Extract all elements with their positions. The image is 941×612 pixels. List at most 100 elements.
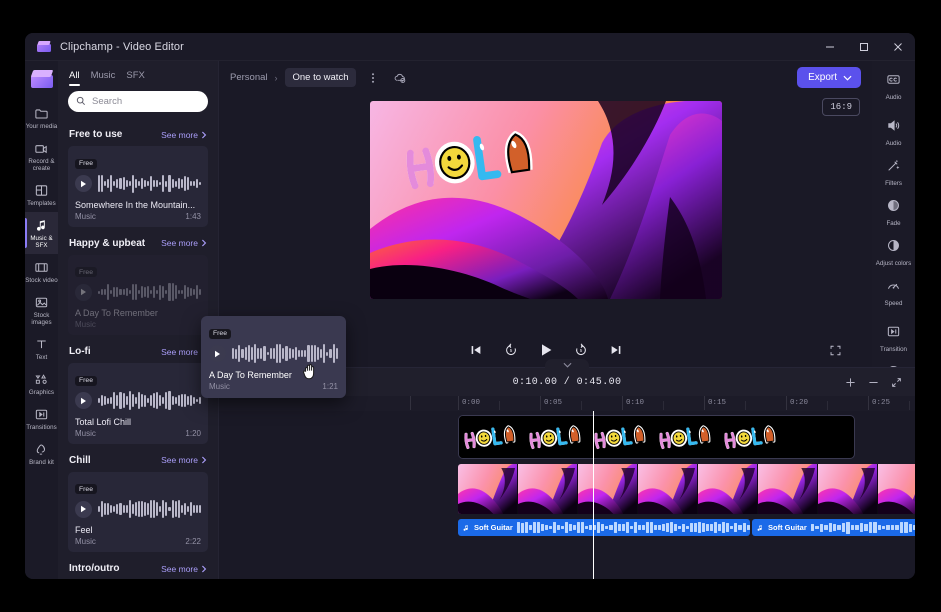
track-duration: 1:20 xyxy=(185,428,201,438)
zoom-in-button[interactable] xyxy=(840,372,861,393)
music-note-icon xyxy=(462,524,470,532)
see-more-label: See more xyxy=(161,455,198,465)
ruler-label: 0:25 xyxy=(872,399,891,407)
library-scroll-area[interactable]: Free to use See more Free Somewhere In t… xyxy=(58,120,218,579)
see-more-link[interactable]: See more xyxy=(161,238,207,248)
see-more-link[interactable]: See more xyxy=(161,130,207,140)
fit-to-screen-button[interactable] xyxy=(886,372,907,393)
prop-item-speed[interactable]: Speed xyxy=(872,272,915,312)
app-logo-icon xyxy=(30,70,53,88)
sidebar-item-transitions[interactable]: Transitions xyxy=(25,401,58,436)
tab-all[interactable]: All xyxy=(69,70,80,86)
play-icon[interactable] xyxy=(75,175,92,192)
prop-item-label: Transition xyxy=(880,346,907,353)
sidebar-item-graphics[interactable]: Graphics xyxy=(25,366,58,401)
fullscreen-icon[interactable] xyxy=(826,341,844,359)
kebab-menu-icon[interactable] xyxy=(363,68,383,88)
track-type: Music xyxy=(75,537,96,546)
timeline-time-display: 0:10.00 / 0:45.00 xyxy=(512,376,622,388)
prop-item-filters[interactable]: Filters xyxy=(872,152,915,192)
tab-sfx[interactable]: SFX xyxy=(126,70,144,86)
prop-item-fade[interactable]: Fade xyxy=(872,192,915,232)
tab-music[interactable]: Music xyxy=(91,70,116,86)
timeline-tracks: Soft Guitar Soft Guitar xyxy=(219,411,915,579)
timeline-clip-sticker[interactable] xyxy=(458,415,855,459)
timeline: 0:10.00 / 0:45.00 0:000:050:100:150: xyxy=(219,359,915,579)
track-duration: 2:22 xyxy=(185,537,201,546)
hola-sticker[interactable] xyxy=(400,129,546,191)
video-preview[interactable] xyxy=(369,101,722,299)
see-more-link[interactable]: See more xyxy=(161,564,207,574)
category-header-happy-upbeat: Happy & upbeat See more xyxy=(68,229,208,255)
sticker-thumbnail xyxy=(719,416,784,458)
track-card-feel[interactable]: Free Feel Music 2:22 xyxy=(68,471,208,552)
track-card-a-day-to-remember[interactable]: Free A Day To Remember Music xyxy=(68,254,208,335)
prop-item-label: Audio xyxy=(885,140,902,147)
free-badge: Free xyxy=(75,375,97,386)
project-name[interactable]: One to watch xyxy=(284,68,357,87)
music-note-icon xyxy=(34,218,49,233)
timeline-collapse-toggle[interactable] xyxy=(545,359,589,370)
see-more-label: See more xyxy=(161,238,198,248)
rewind-5-icon[interactable]: 5 xyxy=(502,341,520,359)
search-box[interactable] xyxy=(68,91,208,112)
window-controls xyxy=(813,33,915,61)
track-card-total-lofi-chill[interactable]: Free Total Lofi Chill Music 1:20 xyxy=(68,363,208,444)
title-bar: Clipchamp - Video Editor xyxy=(25,33,915,61)
video-thumbnail xyxy=(638,464,698,514)
sidebar-item-text[interactable]: Text xyxy=(25,331,58,366)
aspect-ratio-chip[interactable]: 16:9 xyxy=(822,98,860,116)
timeline-clip-audio-1[interactable]: Soft Guitar xyxy=(458,519,750,536)
zoom-out-button[interactable] xyxy=(863,372,884,393)
play-icon[interactable] xyxy=(75,500,92,518)
close-icon[interactable] xyxy=(881,33,915,61)
timeline-clip-video[interactable] xyxy=(458,464,915,514)
prop-item-transition[interactable]: Transition xyxy=(872,318,915,358)
export-button[interactable]: Export xyxy=(797,67,861,88)
breadcrumb-separator: › xyxy=(274,72,278,83)
skip-next-icon[interactable] xyxy=(607,341,625,359)
category-title: Lo-fi xyxy=(69,346,91,357)
track-title: Somewhere In the Mountain... xyxy=(75,199,196,210)
sidebar-item-templates[interactable]: Templates xyxy=(25,177,58,212)
sidebar-item-label: Record & create xyxy=(28,158,55,172)
sidebar-item-label: Text xyxy=(35,354,48,361)
sidebar-item-brand-kit[interactable]: Brand kit xyxy=(25,436,58,471)
chevron-right-icon xyxy=(201,565,207,572)
play-icon[interactable] xyxy=(75,283,92,301)
play-icon[interactable] xyxy=(75,392,92,409)
sidebar-item-music-sfx[interactable]: Music & SFX xyxy=(25,212,58,254)
prop-item-adjust-colors[interactable]: Adjust colors xyxy=(872,232,915,272)
forward-5-icon[interactable]: 5 xyxy=(572,341,590,359)
maximize-icon[interactable] xyxy=(847,33,881,61)
minimize-icon[interactable] xyxy=(813,33,847,61)
free-badge: Free xyxy=(75,484,97,494)
timeline-clip-audio-2[interactable]: Soft Guitar xyxy=(752,519,915,536)
see-more-link[interactable]: See more xyxy=(161,455,207,465)
sidebar-item-stock-video[interactable]: Stock video xyxy=(25,254,58,289)
search-input[interactable] xyxy=(92,96,200,107)
timeline-playhead[interactable] xyxy=(593,411,594,579)
prop-item-captions[interactable]: Audio xyxy=(872,66,915,106)
sticker-thumbnail xyxy=(524,416,589,458)
play-icon[interactable] xyxy=(537,341,555,359)
prop-item-audio[interactable]: Audio xyxy=(872,112,915,152)
sidebar-item-your-media[interactable]: Your media xyxy=(25,100,58,135)
sidebar-item-stock-images[interactable]: Stock images xyxy=(25,289,58,331)
free-badge: Free xyxy=(209,328,231,339)
skip-previous-icon[interactable] xyxy=(467,341,485,359)
track-card-somewhere-in-the-mountain[interactable]: Free Somewhere In the Mountain... Music … xyxy=(68,146,208,227)
fade-icon xyxy=(886,198,901,218)
video-thumbnail xyxy=(518,464,578,514)
timeline-ruler[interactable]: 0:000:050:100:150:200:250:300:35 xyxy=(219,396,915,411)
free-badge: Free xyxy=(75,267,97,277)
prop-item-label: Filters xyxy=(885,180,902,187)
ruler-label: 0:05 xyxy=(544,399,563,407)
sidebar-item-record-create[interactable]: Record & create xyxy=(25,135,58,177)
breadcrumb-root[interactable]: Personal xyxy=(230,72,268,83)
category-header-intro-outro: Intro/outro See more xyxy=(68,554,208,579)
category-title: Chill xyxy=(69,454,91,466)
sidebar-item-label: Graphics xyxy=(28,389,55,396)
cloud-sync-icon[interactable] xyxy=(390,68,410,88)
properties-rail: Audio Audio Filters Fade Adjust colors S… xyxy=(872,61,915,393)
